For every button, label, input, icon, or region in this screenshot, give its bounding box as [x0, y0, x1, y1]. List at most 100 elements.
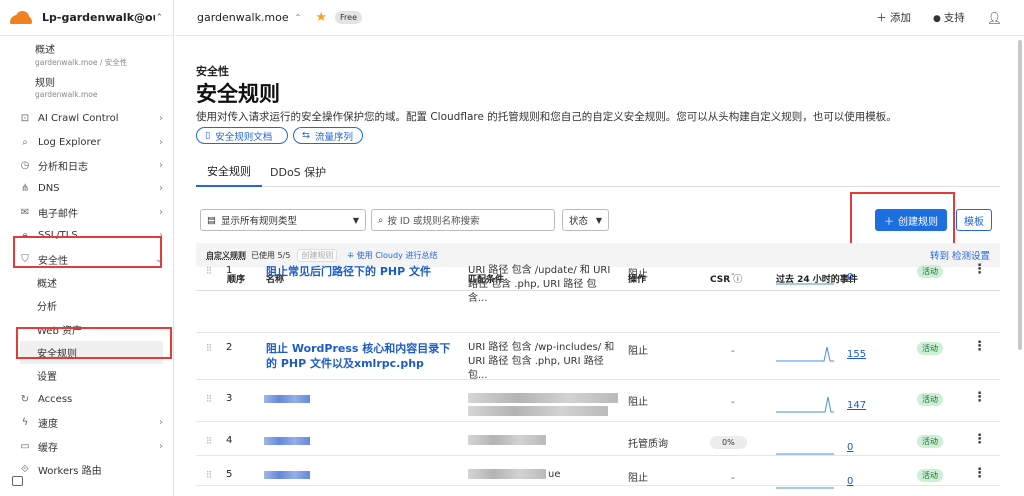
rule-csr: -: [731, 397, 735, 408]
sidebar-item[interactable]: ⋔ DNS ›: [0, 177, 173, 200]
events-sparkline: [776, 346, 834, 362]
sidebar-security-child[interactable]: 概述: [0, 271, 173, 294]
drag-handle-icon[interactable]: ⁝⁝: [206, 469, 214, 480]
more-options-icon[interactable]: ⋮: [973, 466, 986, 481]
sidebar-item-label: DNS: [38, 183, 60, 195]
redacted-rule-name[interactable]: [264, 471, 310, 479]
more-options-icon[interactable]: ⋮: [973, 390, 986, 405]
account-switcher[interactable]: Lp-gardenwalk@outl... ⌃: [0, 0, 173, 36]
chevron-right-icon: ›: [159, 183, 163, 195]
workers-icon: ⟐: [21, 464, 29, 476]
email-icon: ✉: [20, 206, 30, 218]
speed-icon: ϟ: [21, 417, 29, 429]
more-options-icon[interactable]: ⋮: [973, 262, 986, 277]
add-button[interactable]: ＋ 添加: [876, 10, 911, 25]
account-chevron-icon: ⌃: [155, 12, 163, 23]
top-bar: gardenwalk.moe ⌃ ★ Free ＋ 添加 ● 支持 👤︎: [175, 0, 1024, 36]
events-sparkline: [776, 283, 834, 285]
plan-badge: Free: [335, 11, 362, 24]
drag-handle-icon[interactable]: ⁝⁝: [206, 265, 214, 276]
collapse-sidebar-icon[interactable]: [12, 476, 23, 486]
status-badge: 活动: [917, 393, 943, 406]
events-count-link[interactable]: 0: [847, 272, 853, 283]
chevron-right-icon: ›: [159, 440, 163, 452]
events-count-link[interactable]: 147: [847, 400, 866, 411]
drag-handle-icon[interactable]: ⁝⁝: [206, 393, 214, 404]
status-filter[interactable]: 状态 ▼: [562, 209, 609, 231]
user-icon[interactable]: 👤︎: [987, 11, 1002, 25]
sidebar-item[interactable]: ◷ 分析和日志 ›: [0, 154, 173, 177]
highlight-security-rules: [16, 327, 172, 359]
sidebar-item[interactable]: ▭ 缓存 ›: [0, 434, 173, 457]
events-count-link[interactable]: 0: [847, 476, 853, 487]
sidebar-item-label: 速度: [38, 419, 58, 431]
sidebar-sub-item[interactable]: 规则 gardenwalk.moe: [0, 71, 173, 102]
table-row[interactable]: ⁝⁝ 2 阻止 WordPress 核心和内容目录下的 PHP 文件以及xmlrpc…: [196, 333, 1000, 381]
rule-action: 阻止: [628, 346, 648, 357]
access-icon: ↻: [20, 393, 30, 405]
sidebar-security-child[interactable]: 设置: [0, 364, 173, 387]
sidebar-item-label: Log Explorer: [38, 136, 101, 148]
sidebar-item[interactable]: ⌕ Log Explorer ›: [0, 130, 173, 153]
sidebar-security-child[interactable]: 分析: [0, 294, 173, 317]
zone-chevron-icon[interactable]: ⌃: [295, 13, 302, 22]
rule-type-filter-value: 显示所有规则类型: [220, 216, 297, 227]
rule-action: 阻止: [628, 269, 648, 280]
status-badge: 活动: [917, 435, 943, 448]
more-options-icon[interactable]: ⋮: [973, 339, 986, 354]
zone-name[interactable]: gardenwalk.moe: [197, 11, 289, 24]
traffic-sequence-link[interactable]: ⇆ 流量序列: [293, 127, 363, 144]
sidebar-item[interactable]: ϟ 速度 ›: [0, 411, 173, 434]
table-row[interactable]: ⁝⁝ 5 ue 阻止 - 0 活动 ⋮: [196, 456, 1000, 489]
sidebar-item[interactable]: ⟐ Workers 路由: [0, 458, 173, 481]
sidebar-item[interactable]: ✉ 电子邮件 ›: [0, 201, 173, 224]
table-row[interactable]: ⁝⁝ 3 阻止 - 147 活动 ⋮: [196, 380, 1000, 422]
search-input[interactable]: ⌕ 按 ID 或规则名称搜索: [371, 209, 555, 231]
sidebar-sub-crumb: gardenwalk.moe: [35, 90, 98, 99]
events-count-link[interactable]: 0: [847, 442, 853, 453]
docs-link[interactable]: ▯ 安全规则文档: [196, 127, 288, 144]
rule-order: 4: [226, 435, 233, 446]
tab-security-rules[interactable]: 安全规则: [196, 156, 262, 187]
status-badge: 活动: [917, 265, 943, 278]
redacted-condition: [468, 393, 618, 403]
highlight-security: [13, 236, 162, 268]
drag-handle-icon[interactable]: ⁝⁝: [206, 435, 214, 446]
sidebar-item[interactable]: ⊡ AI Crawl Control ›: [0, 107, 173, 130]
star-icon[interactable]: ★: [315, 10, 327, 25]
create-rule-button[interactable]: ＋ 创建规则: [875, 209, 947, 231]
events-sparkline: [776, 487, 834, 489]
table-row[interactable]: ⁝⁝ 4 托管质询 0% 0 活动 ⋮: [196, 422, 1000, 456]
rule-name-link[interactable]: 阻止常见后门路径下的 PHP 文件: [266, 264, 458, 279]
search-placeholder: 按 ID 或规则名称搜索: [387, 216, 480, 227]
drag-handle-icon[interactable]: ⁝⁝: [206, 342, 214, 353]
redacted-rule-name[interactable]: [264, 437, 310, 445]
redacted-rule-name[interactable]: [264, 395, 310, 403]
tab-ddos[interactable]: DDoS 保护: [270, 156, 326, 187]
chevron-right-icon: ›: [159, 159, 163, 171]
rule-order: 5: [226, 469, 233, 480]
rule-csr: -: [731, 473, 735, 484]
rule-type-filter[interactable]: ▤ 显示所有规则类型 ▼: [200, 209, 366, 231]
templates-button[interactable]: 模板: [956, 209, 992, 231]
page-title: 安全规则: [196, 82, 280, 106]
create-rule-label: 创建规则: [898, 216, 938, 228]
rule-name-link[interactable]: 阻止 WordPress 核心和内容目录下的 PHP 文件以及xmlrpc.ph…: [266, 341, 458, 371]
events-count-link[interactable]: 155: [847, 349, 866, 360]
more-options-icon[interactable]: ⋮: [973, 432, 986, 447]
sidebar-sub-item[interactable]: 概述 gardenwalk.moe / 安全性: [0, 38, 173, 71]
chevron-down-icon: ▼: [352, 215, 359, 225]
scrollbar[interactable]: [1018, 40, 1022, 350]
sidebar-item-label: Workers 路由: [38, 466, 102, 478]
page-kicker: 安全性: [196, 65, 229, 78]
analytics-icon: ◷: [20, 159, 30, 171]
sequence-icon: ⇆: [302, 130, 310, 141]
ai-crawl-icon: ⊡: [20, 113, 30, 125]
table-row[interactable]: ⁝⁝ 1 阻止常见后门路径下的 PHP 文件 URI 路径 包含 /update/ 和…: [196, 256, 1000, 333]
cloudflare-logo-icon: [10, 10, 32, 25]
support-button[interactable]: ● 支持: [933, 10, 965, 25]
sidebar-item-label: Access: [38, 393, 73, 405]
status-badge: 活动: [917, 469, 943, 482]
rule-csr: 0%: [710, 436, 747, 449]
sidebar-item[interactable]: ↻ Access: [0, 388, 173, 411]
